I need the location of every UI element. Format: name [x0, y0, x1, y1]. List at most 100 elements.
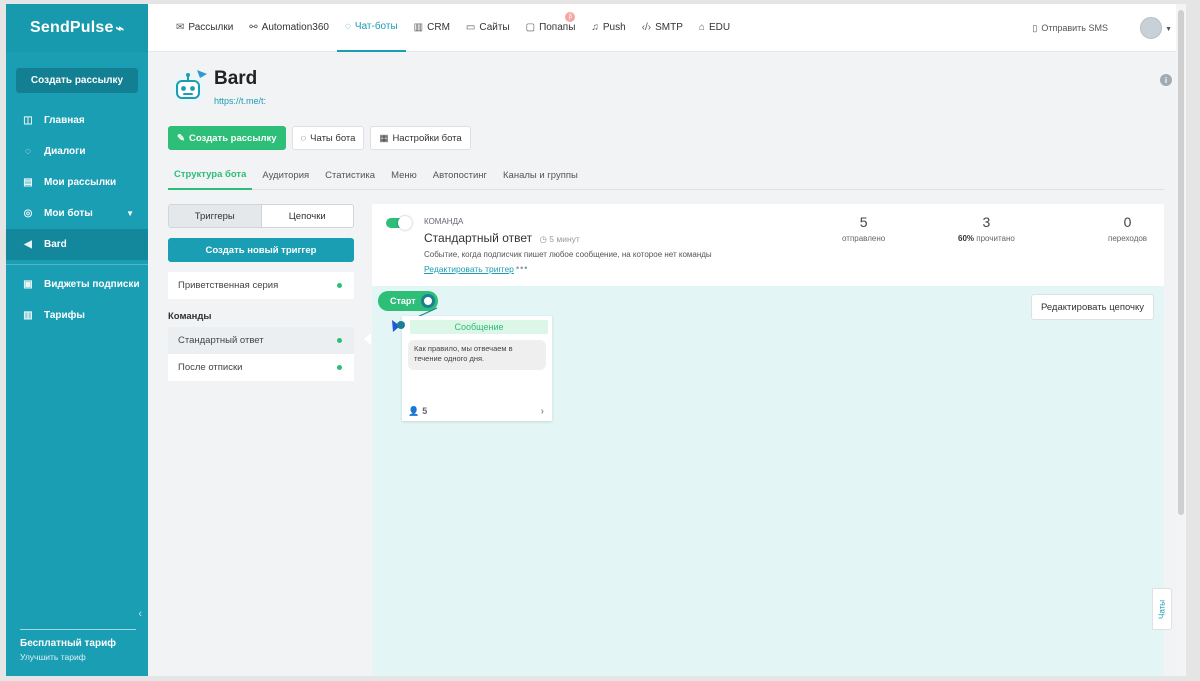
- topnav-push[interactable]: ♫ Push: [583, 4, 633, 52]
- home-icon: ◫: [23, 115, 33, 126]
- topnav-label: Push: [602, 22, 626, 33]
- stat-value: 3: [982, 214, 991, 230]
- list-item-label: Стандартный ответ: [178, 335, 264, 346]
- scrollbar-thumb[interactable]: [1178, 10, 1184, 515]
- message-bubble: Как правило, мы отвечаем в течение одног…: [408, 340, 546, 370]
- widget-icon: ▣: [23, 279, 33, 290]
- trigger-toggle[interactable]: [386, 216, 412, 230]
- create-campaign-button[interactable]: Создать рассылку: [16, 68, 138, 93]
- crm-icon: ▥: [413, 22, 424, 33]
- topnav-smtp[interactable]: ‹/› SMTP: [634, 4, 691, 52]
- flow-icon: ⚯: [249, 22, 258, 33]
- stat-read: 3 60% прочитано: [958, 214, 1015, 243]
- topnav-popups[interactable]: ▢ Попапы β: [518, 4, 584, 52]
- logo[interactable]: SendPulse ⌁: [6, 4, 148, 52]
- sidebar-item-bard[interactable]: ◀ Bard: [6, 229, 148, 260]
- sidebar-item-my-bots[interactable]: ◎ Мои боты ▼: [6, 198, 148, 229]
- list-item-standard-reply[interactable]: Стандартный ответ: [168, 327, 354, 354]
- topnav-sites[interactable]: ▭ Сайты: [458, 4, 518, 52]
- trigger-kind: команда: [424, 217, 464, 226]
- plan-title: Бесплатный тариф: [20, 638, 117, 649]
- page-scrollbar[interactable]: [1176, 4, 1186, 676]
- bot-avatar-icon: [171, 70, 207, 106]
- sidebar-item-dialogs[interactable]: ◌ Диалоги: [6, 136, 148, 167]
- logo-text: SendPulse: [30, 19, 114, 36]
- flow-canvas[interactable]: Старт Сообщение Как правило, мы отвечаем…: [364, 286, 1164, 676]
- sidebar-item-widgets[interactable]: ▣ Виджеты подписки: [6, 269, 148, 300]
- chains-tab[interactable]: Цепочки: [261, 205, 353, 227]
- selection-pointer: [364, 333, 371, 345]
- topnav-label: Сайты: [479, 22, 510, 33]
- button-label: Создать рассылку: [188, 132, 277, 144]
- sidebar-item-label: Мои рассылки: [44, 177, 117, 188]
- stat-value: 0: [1123, 214, 1132, 230]
- status-dot: [337, 283, 342, 288]
- more-icon[interactable]: •••: [516, 263, 528, 273]
- create-mailing-button[interactable]: ✎ Создать рассылку: [168, 126, 286, 150]
- main-content: Bard https://t.me/t: i ✎ Создать рассылк…: [148, 52, 1176, 676]
- tab-channels[interactable]: Каналы и группы: [497, 160, 584, 190]
- list-item-label: Приветственная серия: [178, 280, 279, 291]
- collapse-sidebar-icon[interactable]: ‹: [138, 608, 142, 620]
- tab-menu[interactable]: Меню: [385, 160, 423, 190]
- read-label: прочитано: [976, 234, 1015, 243]
- create-trigger-button[interactable]: Создать новый триггер: [168, 238, 354, 262]
- triggers-chains-switch: Триггеры Цепочки: [168, 204, 354, 228]
- bell-icon: ♫: [591, 22, 599, 33]
- bot-actions: ✎ Создать рассылку ◌ Чаты бота ▦ Настрой…: [168, 126, 471, 150]
- tab-audience[interactable]: Аудитория: [256, 160, 315, 190]
- send-sms-link[interactable]: ▯ Отправить SMS: [1032, 4, 1108, 52]
- top-navigation: ✉ Рассылки ⚯ Automation360 ◌ Чат-боты ▥ …: [148, 4, 1186, 52]
- tab-statistics[interactable]: Статистика: [319, 160, 381, 190]
- bot-name: Bard: [214, 68, 258, 89]
- topnav-campaigns[interactable]: ✉ Рассылки: [168, 4, 241, 52]
- tab-autoposting[interactable]: Автопостинг: [427, 160, 493, 190]
- topnav-edu[interactable]: ⌂ EDU: [691, 4, 738, 52]
- topnav-chatbots[interactable]: ◌ Чат-боты: [336, 4, 406, 52]
- topnav-label: SMTP: [655, 22, 683, 33]
- bot-link[interactable]: https://t.me/t:: [214, 96, 266, 106]
- status-dot: [337, 365, 342, 370]
- sidebar-item-label: Мои боты: [44, 208, 93, 219]
- sidebar-item-label: Диалоги: [44, 146, 86, 157]
- edit-trigger-link[interactable]: Редактировать триггер: [424, 264, 514, 274]
- sidebar-item-my-campaigns[interactable]: ▤ Мои рассылки: [6, 167, 148, 198]
- top-nav-menu: ✉ Рассылки ⚯ Automation360 ◌ Чат-боты ▥ …: [168, 4, 738, 52]
- chevron-down-icon[interactable]: ▼: [1165, 26, 1172, 33]
- plan-info: Бесплатный тариф Улучшить тариф: [20, 629, 136, 662]
- chat-icon: ◌: [25, 146, 31, 157]
- upgrade-plan-link[interactable]: Улучшить тариф: [20, 652, 136, 662]
- commands-heading: Команды: [168, 311, 212, 322]
- list-item-after-unsubscribe[interactable]: После отписки: [168, 354, 354, 381]
- chevron-right-icon[interactable]: ›: [541, 406, 544, 417]
- sidebar-item-tariffs[interactable]: ▥ Тарифы: [6, 300, 148, 331]
- code-icon: ‹/›: [641, 22, 652, 33]
- sidebar-item-label: Тарифы: [44, 310, 85, 321]
- read-percent: 60%: [958, 234, 975, 243]
- edit-chain-button[interactable]: Редактировать цепочку: [1030, 294, 1154, 320]
- bot-chats-button[interactable]: ◌ Чаты бота: [291, 126, 365, 150]
- info-icon[interactable]: i: [1160, 74, 1172, 86]
- tab-structure[interactable]: Структура бота: [168, 160, 253, 190]
- topnav-crm[interactable]: ▥ CRM: [406, 4, 458, 52]
- message-node-title: Сообщение: [410, 320, 548, 334]
- bot-settings-button[interactable]: ▦ Настройки бота: [370, 126, 471, 150]
- list-item-label: После отписки: [178, 362, 243, 373]
- trigger-detail: команда Стандартный ответ ◷ 5 минут Собы…: [364, 204, 1164, 676]
- stat-sent: 5 отправлено: [842, 214, 885, 243]
- chats-side-tab[interactable]: Чаты: [1152, 588, 1172, 630]
- stat-label: отправлено: [842, 234, 886, 243]
- stat-label: переходов: [1108, 234, 1148, 243]
- list-item-welcome[interactable]: Приветственная серия: [168, 272, 354, 299]
- message-node[interactable]: Сообщение Как правило, мы отвечаем в теч…: [402, 316, 552, 421]
- avatar[interactable]: [1140, 17, 1162, 39]
- topnav-automation[interactable]: ⚯ Automation360: [241, 4, 337, 52]
- message-input-connector[interactable]: [397, 321, 405, 329]
- clock-icon: ◷: [539, 234, 547, 244]
- trigger-delay: ◷ 5 минут: [539, 234, 579, 244]
- triggers-tab[interactable]: Триггеры: [169, 205, 262, 227]
- trigger-card: команда Стандартный ответ ◷ 5 минут Собы…: [372, 204, 1164, 286]
- sidebar-item-home[interactable]: ◫ Главная: [6, 105, 148, 136]
- mail-icon: ✉: [176, 22, 185, 33]
- sites-icon: ▭: [465, 22, 476, 33]
